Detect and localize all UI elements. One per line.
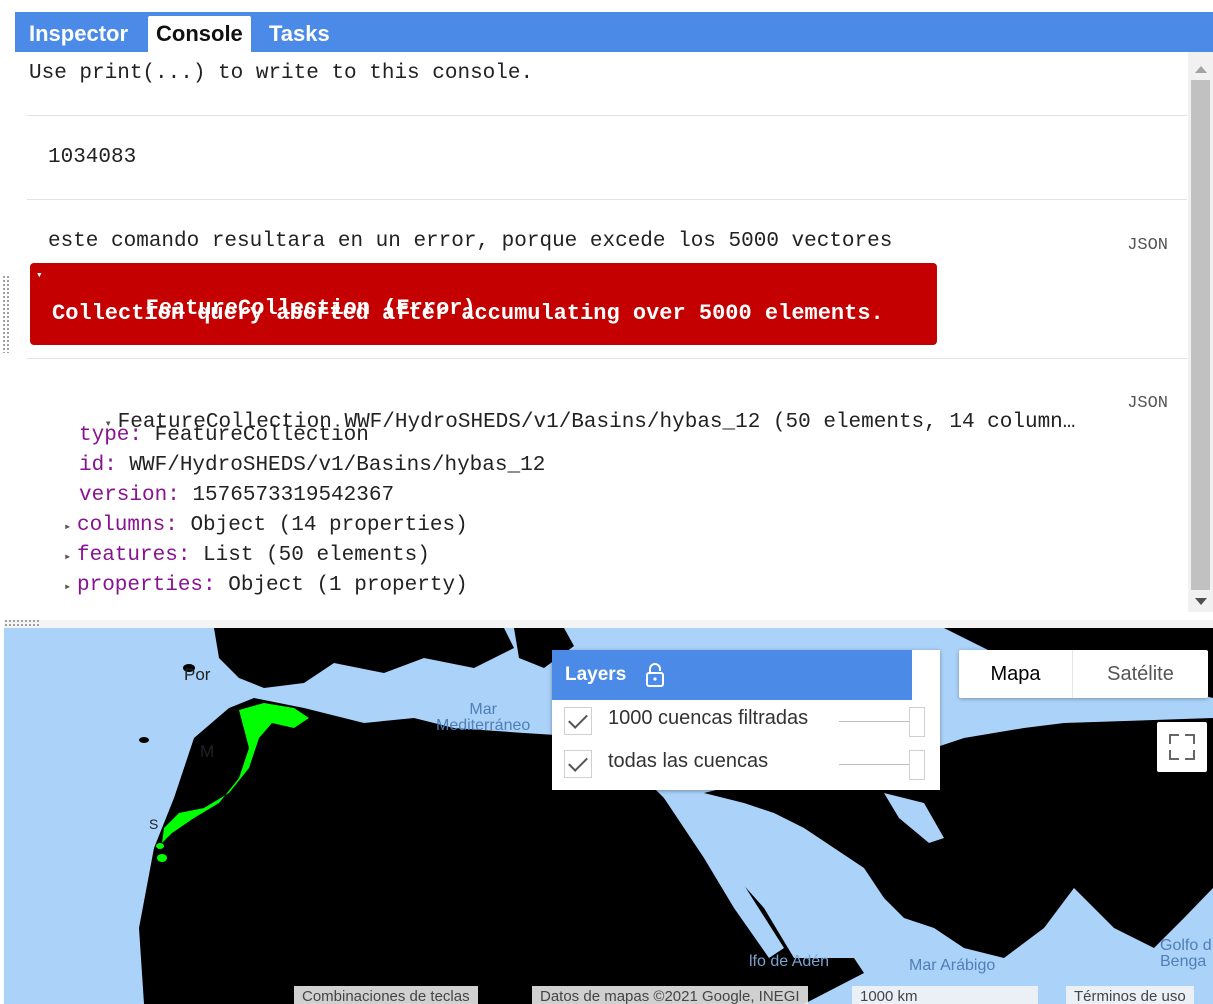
opacity-slider-track[interactable] bbox=[839, 764, 911, 765]
layer-checkbox[interactable] bbox=[564, 707, 592, 735]
prop-version: version: 1576573319542367 bbox=[79, 484, 394, 507]
tab-inspector[interactable]: Inspector bbox=[21, 16, 136, 52]
prop-key: features: bbox=[77, 544, 191, 567]
scale-label: 1000 km bbox=[860, 988, 918, 1004]
scroll-down-icon[interactable] bbox=[1195, 598, 1207, 605]
vertical-scrollbar[interactable] bbox=[1188, 52, 1213, 612]
tab-tasks[interactable]: Tasks bbox=[261, 16, 338, 52]
print-message: este comando resultara en un error, porq… bbox=[48, 230, 893, 253]
json-link[interactable]: JSON bbox=[1127, 394, 1168, 413]
label-portugal: Por bbox=[184, 665, 211, 684]
prop-value: Object (1 property) bbox=[228, 574, 468, 597]
divider bbox=[27, 199, 1187, 200]
scale-control[interactable]: 1000 km bbox=[852, 986, 1038, 1004]
opacity-slider-track[interactable] bbox=[839, 721, 911, 722]
expand-triangle-icon[interactable]: ▸ bbox=[64, 549, 77, 564]
layer-row[interactable]: todas las cuencas bbox=[564, 746, 929, 782]
map-type-control: Mapa Satélite bbox=[959, 650, 1208, 698]
console-output: Use print(...) to write to this console.… bbox=[15, 52, 1188, 612]
prop-key: columns: bbox=[77, 514, 178, 537]
divider bbox=[27, 115, 1187, 116]
map-data-attribution: Datos de mapas ©2021 Google, INEGI bbox=[532, 986, 808, 1004]
terms-link[interactable]: Términos de uso bbox=[1066, 986, 1194, 1004]
prop-columns[interactable]: ▸ columns: Object (14 properties) bbox=[64, 514, 468, 537]
layers-header[interactable]: Layers bbox=[552, 650, 912, 700]
divider bbox=[27, 358, 1187, 359]
error-detail: Collection query aborted after accumulat… bbox=[52, 301, 884, 326]
prop-value: List (50 elements) bbox=[203, 544, 430, 567]
highlight-basin bbox=[156, 843, 164, 849]
prop-key: id: bbox=[79, 454, 117, 477]
label-m: M bbox=[200, 742, 215, 761]
prop-key: version: bbox=[79, 484, 180, 507]
prop-features[interactable]: ▸ features: List (50 elements) bbox=[64, 544, 430, 567]
keyboard-shortcuts-link[interactable]: Combinaciones de teclas bbox=[294, 986, 478, 1004]
prop-value: WWF/HydroSHEDS/v1/Basins/hybas_12 bbox=[129, 454, 546, 477]
island bbox=[322, 650, 346, 662]
expand-triangle-icon[interactable]: ▸ bbox=[64, 519, 77, 534]
resize-handle-left[interactable] bbox=[2, 275, 10, 353]
opacity-slider-thumb[interactable] bbox=[909, 707, 925, 737]
prop-value: FeatureCollection bbox=[154, 424, 369, 447]
tab-console[interactable]: Console bbox=[148, 16, 251, 52]
label-arabian-sea: Mar Arábigo bbox=[909, 957, 996, 974]
land-europe bbox=[214, 628, 514, 688]
prop-value: 1576573319542367 bbox=[192, 484, 395, 507]
layer-row[interactable]: 1000 cuencas filtradas bbox=[564, 703, 929, 739]
prop-key: properties: bbox=[77, 574, 216, 597]
resize-grip-icon[interactable] bbox=[4, 619, 40, 627]
label-s: S bbox=[149, 816, 159, 832]
json-link[interactable]: JSON bbox=[1127, 236, 1168, 255]
label-mediterranean: Mar Mediterráneo bbox=[436, 701, 531, 734]
scroll-up-icon[interactable] bbox=[1195, 66, 1207, 73]
scrollbar-thumb[interactable] bbox=[1191, 80, 1210, 590]
collapse-triangle-icon[interactable]: ▾ bbox=[36, 268, 43, 282]
prop-value: Object (14 properties) bbox=[190, 514, 468, 537]
panel-resize-bar[interactable] bbox=[4, 620, 1213, 628]
error-box: ▾ FeatureCollection (Error) Collection qu… bbox=[30, 263, 937, 345]
prop-properties[interactable]: ▸ properties: Object (1 property) bbox=[64, 574, 468, 597]
tab-bar: Inspector Console Tasks bbox=[15, 12, 1213, 52]
opacity-slider-thumb[interactable] bbox=[909, 750, 925, 780]
label-bengal: Golfo d Benga bbox=[1160, 937, 1212, 970]
prop-id: id: WWF/HydroSHEDS/v1/Basins/hybas_12 bbox=[79, 454, 545, 477]
map-button[interactable]: Mapa bbox=[959, 650, 1072, 698]
island bbox=[139, 737, 149, 743]
number-output: 1034083 bbox=[48, 146, 137, 169]
layer-label: 1000 cuencas filtradas bbox=[608, 707, 809, 729]
console-panel: Inspector Console Tasks Use print(...) t… bbox=[0, 0, 1213, 620]
prop-type: type: FeatureCollection bbox=[79, 424, 369, 447]
label-gulf-aden: lfo de Adén bbox=[749, 953, 830, 970]
map-view[interactable]: Mar Mediterráneo Mar Arábigo lfo de Adén… bbox=[4, 628, 1213, 1004]
layer-label: todas las cuencas bbox=[608, 750, 769, 772]
highlight-basin bbox=[157, 854, 167, 862]
prop-key: type: bbox=[79, 424, 143, 447]
layer-checkbox[interactable] bbox=[564, 750, 592, 778]
expand-triangle-icon[interactable]: ▸ bbox=[64, 579, 77, 594]
fullscreen-button[interactable] bbox=[1157, 722, 1207, 772]
console-intro: Use print(...) to write to this console. bbox=[29, 62, 534, 85]
satellite-button[interactable]: Satélite bbox=[1072, 650, 1208, 698]
layers-panel: Layers 1000 cuencas filtradas todas las … bbox=[552, 650, 940, 790]
layers-title: Layers bbox=[565, 664, 627, 685]
